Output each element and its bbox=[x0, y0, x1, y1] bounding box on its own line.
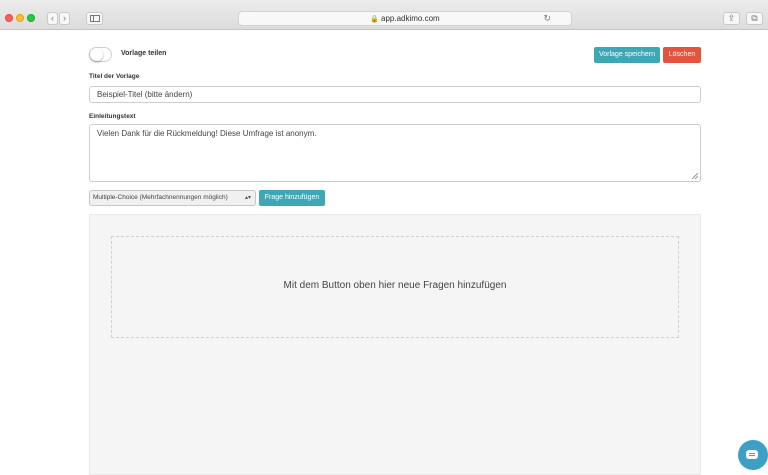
address-bar[interactable]: 🔒 app.adkimo.com ↻ bbox=[238, 11, 572, 26]
question-type-value: Multiple-Choice (Mehrfachnennungen mögli… bbox=[93, 194, 228, 201]
back-button[interactable]: ‹ bbox=[47, 12, 58, 25]
url-text: app.adkimo.com bbox=[381, 14, 440, 23]
save-template-button[interactable]: Vorlage speichern bbox=[594, 47, 660, 63]
minimize-window-icon[interactable] bbox=[16, 14, 24, 22]
title-value: Beispiel-Titel (bitte ändern) bbox=[97, 90, 193, 99]
select-arrows-icon: ▴▾ bbox=[244, 195, 251, 201]
empty-questions-hint: Mit dem Button oben hier neue Fragen hin… bbox=[283, 280, 507, 291]
share-template-label: Vorlage teilen bbox=[121, 50, 167, 57]
delete-button[interactable]: Löschen bbox=[663, 47, 701, 63]
title-input[interactable]: Beispiel-Titel (bitte ändern) bbox=[89, 86, 701, 103]
tabs-overview-icon[interactable]: ⧉ bbox=[746, 12, 763, 25]
question-type-select[interactable]: Multiple-Choice (Mehrfachnennungen mögli… bbox=[89, 190, 256, 206]
toggle-knob bbox=[90, 48, 103, 61]
empty-questions-dropzone: Mit dem Button oben hier neue Fragen hin… bbox=[111, 236, 679, 338]
browser-toolbar: ‹ › 🔒 app.adkimo.com ↻ ⇪ ⧉ bbox=[0, 0, 768, 30]
lock-icon: 🔒 bbox=[370, 16, 379, 23]
add-question-button[interactable]: Frage hinzufügen bbox=[259, 190, 325, 206]
sidebar-toggle-icon[interactable] bbox=[86, 12, 103, 25]
close-window-icon[interactable] bbox=[5, 14, 13, 22]
share-template-toggle[interactable] bbox=[89, 47, 112, 62]
maximize-window-icon[interactable] bbox=[27, 14, 35, 22]
intro-label: Einleitungstext bbox=[89, 113, 136, 120]
reload-icon[interactable]: ↻ bbox=[543, 12, 551, 25]
title-label: Titel der Vorlage bbox=[89, 73, 140, 80]
intro-value: Vielen Dank für die Rückmeldung! Diese U… bbox=[97, 129, 317, 138]
chat-widget-button[interactable] bbox=[738, 440, 768, 470]
intro-textarea[interactable]: Vielen Dank für die Rückmeldung! Diese U… bbox=[89, 124, 701, 182]
resize-handle-icon[interactable] bbox=[692, 173, 698, 179]
share-icon[interactable]: ⇪ bbox=[723, 12, 740, 25]
chat-bubble-icon bbox=[746, 450, 758, 459]
forward-button[interactable]: › bbox=[59, 12, 70, 25]
